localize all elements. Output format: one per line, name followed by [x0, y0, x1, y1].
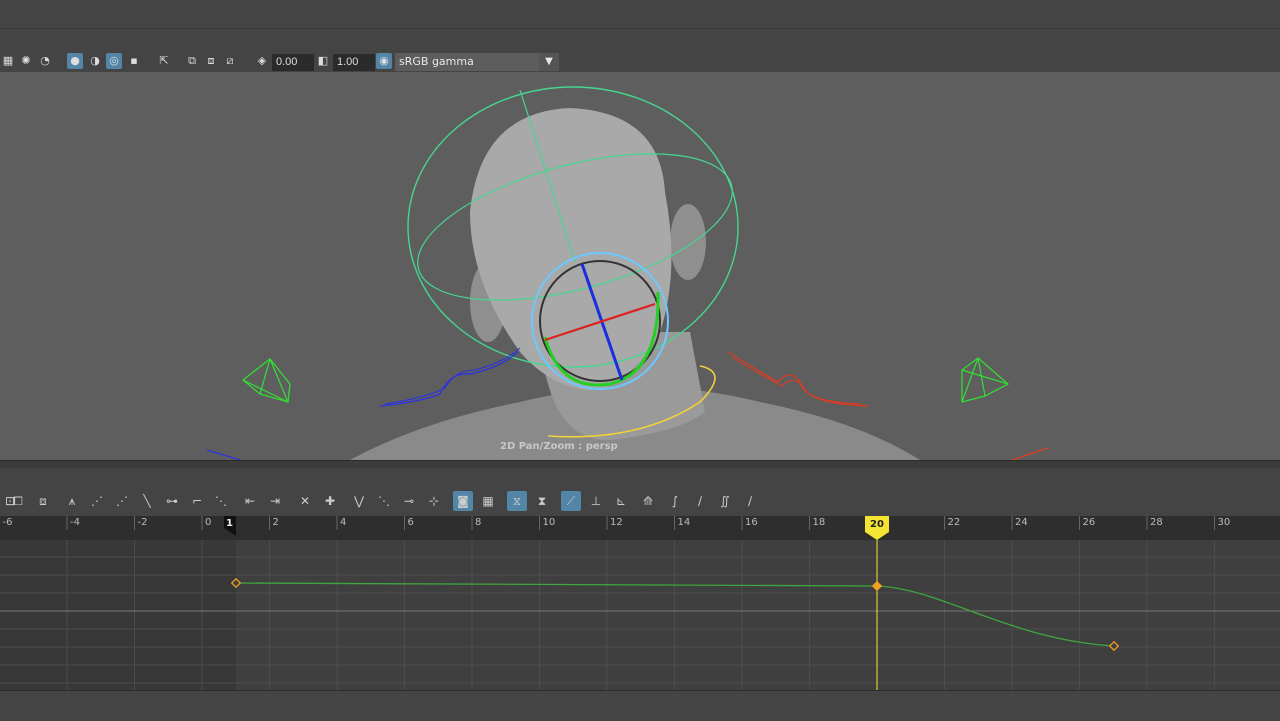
right-clavicle-control-2	[731, 357, 863, 405]
ruler-tick-label: 10	[543, 517, 556, 528]
ruler-tick-label: 26	[1083, 517, 1096, 528]
left-locator	[242, 358, 291, 403]
post-infinity-icon[interactable]: ⊥	[586, 491, 606, 511]
color-management-icon[interactable]: ◉	[376, 53, 392, 69]
panel-menu-strip	[0, 29, 1280, 51]
ruler-tick-label: 8	[475, 517, 481, 528]
ruler-tick-label: 14	[678, 517, 691, 528]
start-frame-label: 1	[226, 518, 233, 529]
in-tangent-icon[interactable]: ⇤	[240, 491, 260, 511]
character-ear-right	[670, 204, 706, 280]
right-arm-control	[1011, 447, 1049, 460]
viewport-3d[interactable]: 2D Pan/Zoom : persp	[0, 72, 1280, 460]
oscillate-icon[interactable]: ∫	[665, 491, 685, 511]
center-icon[interactable]: ⧈	[33, 491, 53, 511]
ruler-tick-label: -6	[3, 517, 13, 528]
linear-tangent-icon[interactable]: ⋱	[211, 491, 231, 511]
keyframe[interactable]	[1108, 640, 1120, 652]
insert-key-icon[interactable]: ⋰	[87, 491, 107, 511]
right-clavicle-control	[727, 351, 869, 407]
ruler-tick-label: 24	[1015, 517, 1028, 528]
ruler-tick-label: 0	[205, 517, 211, 528]
lock-weight-icon[interactable]: ⋱	[374, 491, 394, 511]
ruler-tick-label: 30	[1218, 517, 1231, 528]
keyframe[interactable]	[871, 580, 883, 592]
ruler-tick-label: -4	[70, 517, 80, 528]
plateau-tangent-icon[interactable]: ∕	[740, 491, 760, 511]
light-icon[interactable]: ✺	[18, 53, 34, 69]
checker-icon[interactable]: ▦	[0, 53, 16, 69]
ruler-tick-label: 2	[273, 517, 279, 528]
unify-tangent-icon[interactable]: ✚	[320, 491, 340, 511]
region-icon[interactable]: ╲	[137, 491, 157, 511]
move-key-icon[interactable]: ⩚	[62, 491, 82, 511]
ruler-tick-label: 12	[610, 517, 623, 528]
free-weight-icon[interactable]: ⋁	[349, 491, 369, 511]
xray-icon[interactable]: ◑	[87, 53, 103, 69]
frame-playback-icon[interactable]: ⧠	[8, 491, 28, 511]
color-space-label: sRGB gamma	[399, 55, 474, 68]
viewport-scene	[206, 86, 1049, 460]
left-clavicle-control-2	[384, 347, 521, 405]
ruler-tick-label: 6	[408, 517, 414, 528]
clamped-tangent-icon[interactable]: ⌐	[187, 491, 207, 511]
ruler-tick-label: 28	[1150, 517, 1163, 528]
gamma-field[interactable]	[333, 54, 375, 71]
pre-infinity-icon[interactable]: ⟋	[561, 491, 581, 511]
gate-icon[interactable]: ⧈	[203, 53, 219, 69]
main-menu-bar	[0, 0, 1280, 29]
grid-icon[interactable]: ▪	[126, 53, 142, 69]
normalize-icon[interactable]: ⧖	[507, 491, 527, 511]
viewport-camera-label: 2D Pan/Zoom : persp	[500, 441, 618, 452]
chevron-down-icon[interactable]: ▼	[539, 53, 559, 71]
graph-editor-footer	[0, 690, 1280, 721]
pre-range-shade	[0, 540, 236, 690]
current-frame-label: 20	[870, 519, 884, 530]
ruler-tick-label: 4	[340, 517, 346, 528]
ruler-tick-label: 18	[813, 517, 826, 528]
denormalize-icon[interactable]: ⧗	[532, 491, 552, 511]
break-tangent-icon[interactable]: ✕	[295, 491, 315, 511]
snap-icon[interactable]: ▦	[478, 491, 498, 511]
safe-frame-icon[interactable]: ⧄	[222, 53, 238, 69]
shadow-icon[interactable]: ◔	[37, 53, 53, 69]
graph-canvas[interactable]: -6 -4 -2 0 2 4 6 8 10 12 14 16 18 22 24 26 28 30 1 20	[0, 516, 1280, 690]
left-clavicle-control	[379, 351, 519, 407]
swap-buffer-icon[interactable]: ⊹	[424, 491, 444, 511]
cycle-offset-icon[interactable]: ⟰	[638, 491, 658, 511]
ruler-tick-label: 22	[948, 517, 961, 528]
exposure-field[interactable]	[272, 54, 314, 71]
cycle-icon[interactable]: ⊾	[611, 491, 631, 511]
linear-infinity-icon[interactable]: ∕	[690, 491, 710, 511]
graph-editor-area[interactable]: -6 -4 -2 0 2 4 6 8 10 12 14 16 18 22 24 26 28 30 1 20	[0, 516, 1280, 690]
step-tangent-icon[interactable]: ∬	[715, 491, 735, 511]
spline-tangent-icon[interactable]: ⊶	[162, 491, 182, 511]
lattice-icon[interactable]: ⋰	[112, 491, 132, 511]
out-tangent-icon[interactable]: ⇥	[265, 491, 285, 511]
ruler-tick-label: 16	[745, 517, 758, 528]
auto-load-icon[interactable]: ◙	[453, 491, 473, 511]
gamma-icon[interactable]: ◧	[315, 53, 331, 69]
right-locator	[961, 357, 1010, 403]
isolate-icon[interactable]: ◎	[106, 53, 122, 69]
ruler-tick-label: -2	[138, 517, 148, 528]
left-arm-control	[206, 449, 241, 460]
select-icon[interactable]: ⇱	[156, 53, 172, 69]
resolution-icon[interactable]: ⧉	[184, 53, 200, 69]
color-space-dropdown[interactable]: sRGB gamma ▼	[395, 53, 559, 71]
exposure-icon[interactable]: ◈	[254, 53, 270, 69]
buffer-curve-icon[interactable]: ⊸	[399, 491, 419, 511]
shading-icon[interactable]: ●	[67, 53, 83, 69]
